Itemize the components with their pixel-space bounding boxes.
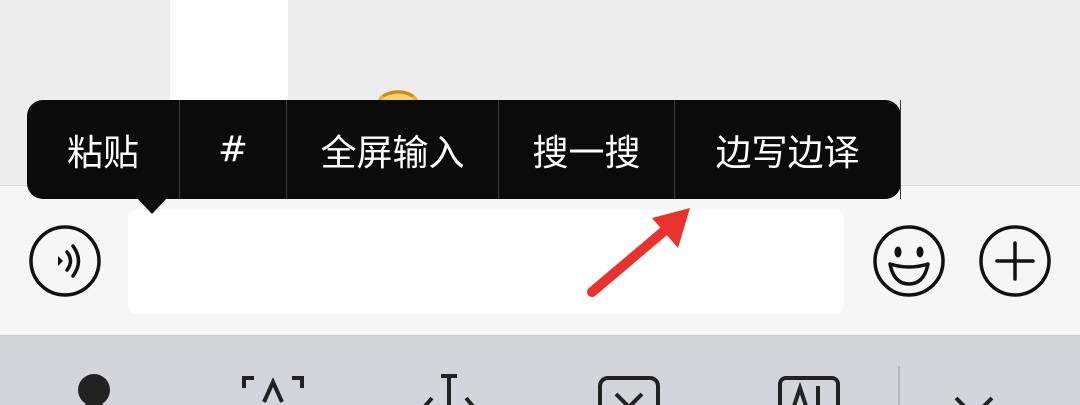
context-menu-pointer — [137, 198, 167, 214]
collapse-keyboard-icon[interactable] — [940, 372, 1010, 405]
globe-icon[interactable] — [60, 372, 130, 405]
toolbar-divider — [898, 366, 900, 405]
menu-item-fullscreen-input[interactable]: 全屏输入 — [287, 100, 499, 199]
menu-item-paste[interactable]: 粘贴 — [27, 100, 180, 199]
menu-item-hashtag[interactable]: # — [180, 100, 287, 199]
menu-item-search[interactable]: 搜一搜 — [499, 100, 675, 199]
clear-icon[interactable] — [594, 372, 664, 405]
font-style-icon[interactable] — [774, 372, 844, 405]
plus-icon[interactable] — [978, 224, 1052, 298]
context-menu: 粘贴 # 全屏输入 搜一搜 边写边译 — [27, 100, 901, 214]
cursor-move-icon[interactable] — [414, 372, 484, 405]
keyboard-toolbar — [0, 335, 1080, 405]
wechat-chat-screen: 粘贴 # 全屏输入 搜一搜 边写边译 — [0, 0, 1080, 405]
message-input[interactable] — [128, 210, 844, 314]
red-arrow-icon — [587, 208, 690, 297]
menu-item-write-translate[interactable]: 边写边译 — [675, 100, 901, 199]
emoji-icon[interactable] — [872, 224, 946, 298]
text-scan-icon[interactable] — [238, 372, 308, 405]
voice-icon[interactable] — [28, 224, 102, 298]
